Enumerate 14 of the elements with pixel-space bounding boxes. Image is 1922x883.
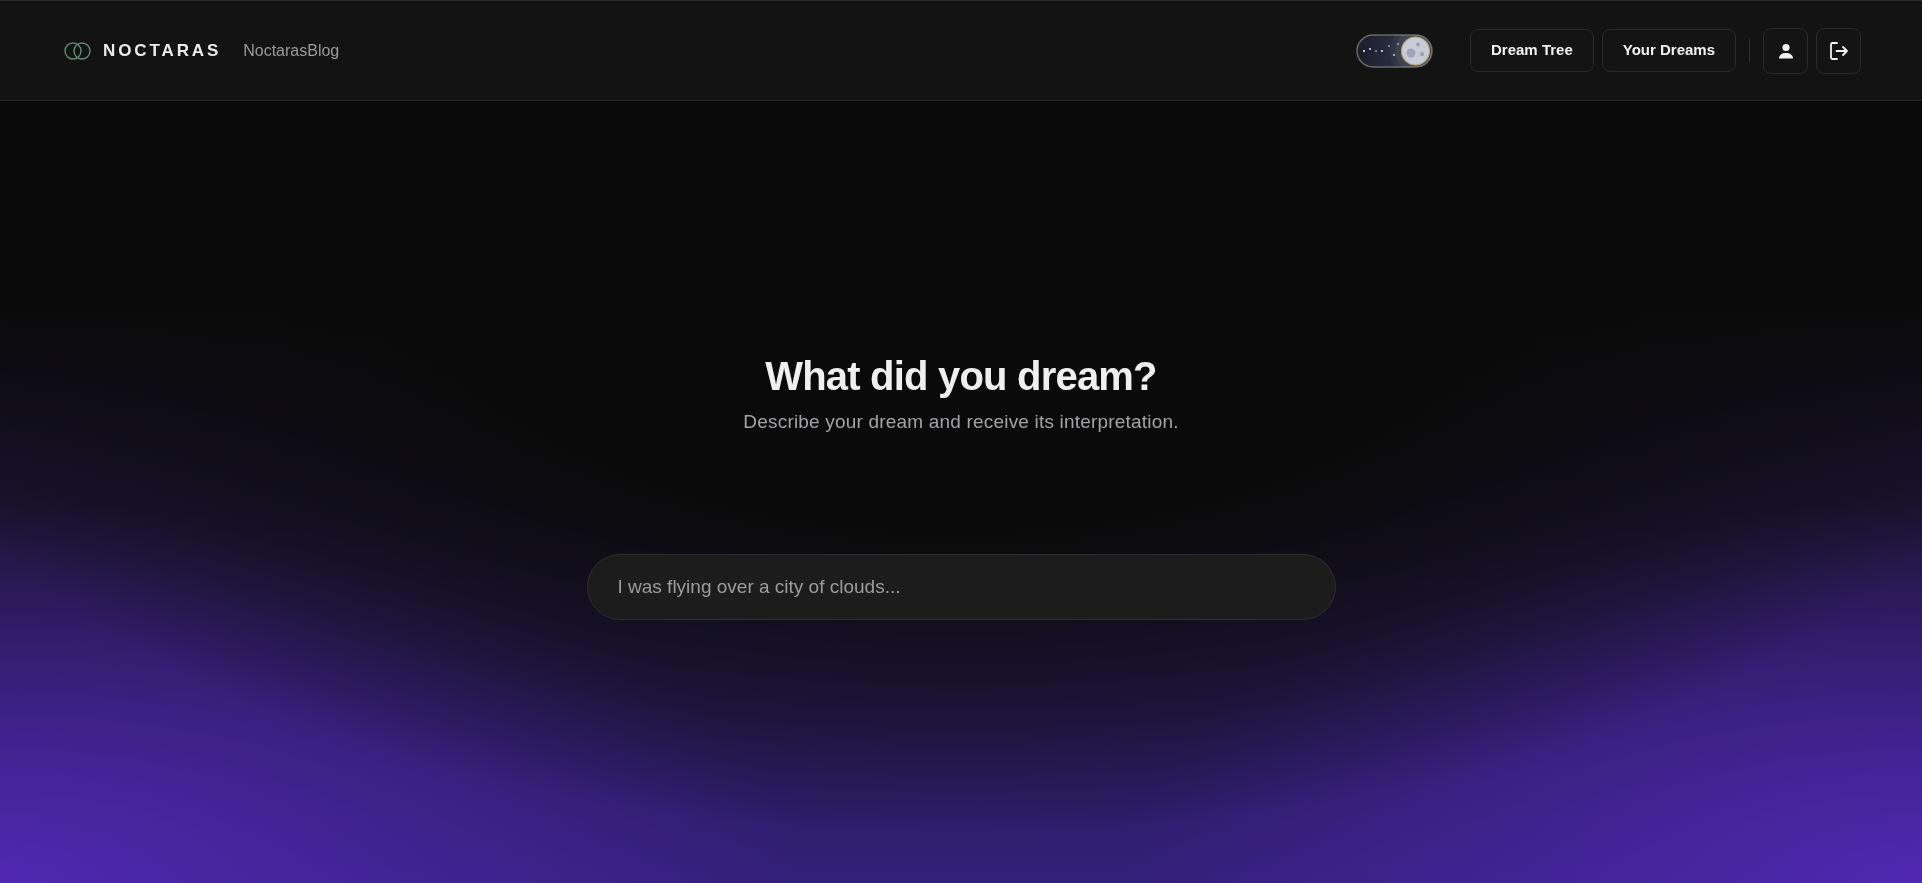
profile-button[interactable] <box>1763 27 1808 74</box>
moon-icon <box>1400 35 1431 66</box>
brand-name[interactable]: NOCTARAS <box>103 37 222 64</box>
logout-icon <box>1828 40 1849 61</box>
dream-input-field[interactable]: I was flying over a city of clouds... <box>586 553 1336 620</box>
logout-button[interactable] <box>1816 27 1861 74</box>
theme-toggle[interactable] <box>1356 33 1433 68</box>
nav-button[interactable]: Your Dreams <box>1601 29 1736 72</box>
blog-link[interactable]: NoctarasBlog <box>243 38 340 63</box>
hero-title: What did you dream? <box>765 353 1157 400</box>
nav-button[interactable]: Dream Tree <box>1470 29 1594 72</box>
hero-subtitle: Describe your dream and receive its interpretation. <box>743 410 1179 434</box>
person-icon <box>1777 42 1794 59</box>
logo-rings-icon <box>64 41 91 60</box>
